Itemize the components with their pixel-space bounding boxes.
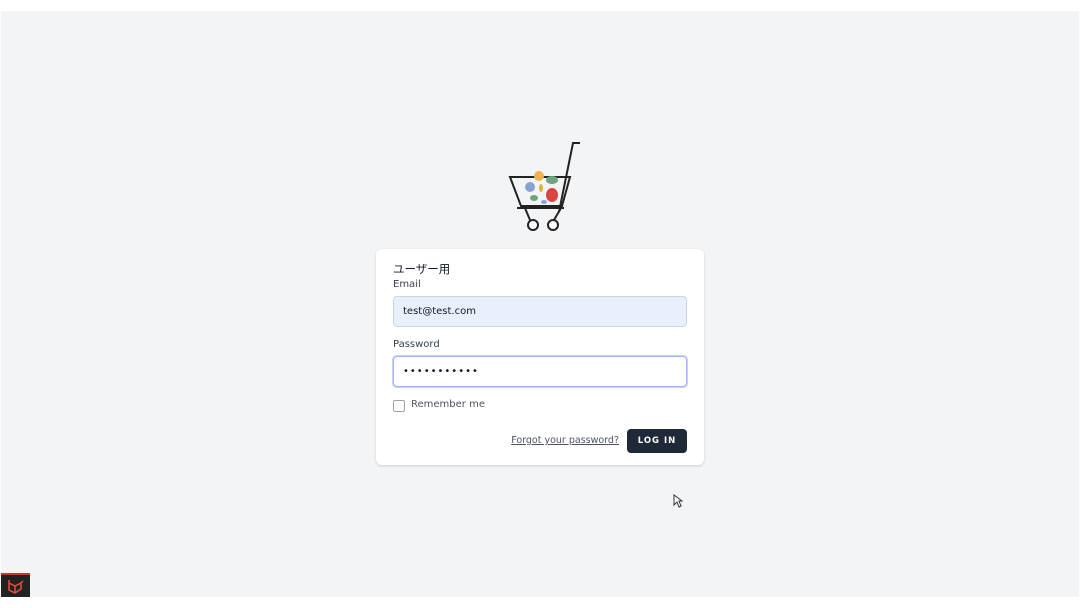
- email-field[interactable]: [393, 296, 687, 327]
- laravel-badge[interactable]: [1, 573, 30, 597]
- password-label: Password: [393, 339, 440, 350]
- laravel-icon: [8, 580, 24, 594]
- forgot-password-link[interactable]: Forgot your password?: [511, 435, 619, 446]
- email-label: Email: [393, 279, 421, 290]
- login-button[interactable]: LOG IN: [627, 429, 687, 453]
- card-title: ユーザー用: [393, 262, 451, 276]
- shopping-cart-logo: [508, 142, 580, 231]
- remember-label[interactable]: Remember me: [411, 399, 485, 410]
- password-field[interactable]: [393, 356, 687, 387]
- login-card: ユーザー用 Email Password Remember me Forgot …: [376, 249, 704, 465]
- remember-checkbox[interactable]: [393, 400, 405, 412]
- mouse-pointer-icon: [673, 494, 683, 508]
